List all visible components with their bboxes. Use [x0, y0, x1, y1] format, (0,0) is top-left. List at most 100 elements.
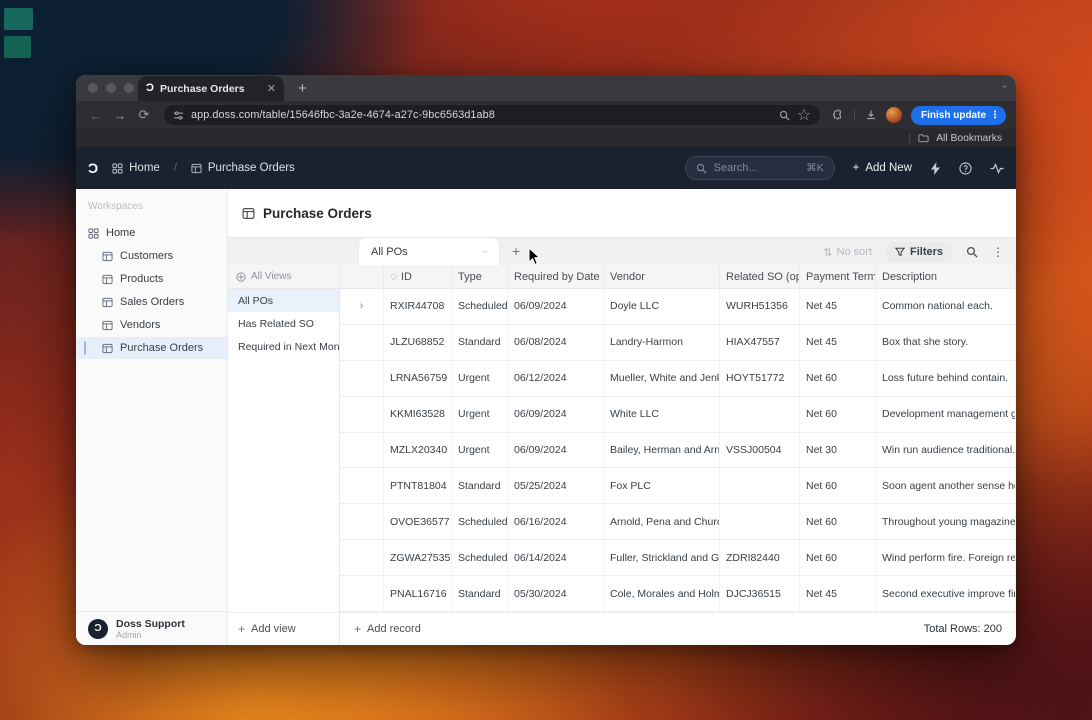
browser-tab[interactable]: Ɔ Purchase Orders ✕: [138, 76, 284, 101]
table-row[interactable]: ZGWA27535 Scheduled 06/14/2024 Fuller, Stri…: [340, 540, 1016, 577]
cell-description[interactable]: Soon agent another sense hot.: [876, 468, 1016, 504]
lightning-icon[interactable]: [930, 161, 941, 175]
column-header-type[interactable]: Type: [452, 265, 508, 288]
forward-icon[interactable]: →: [110, 108, 130, 123]
column-header-required-by-date[interactable]: Required by Date: [508, 265, 604, 288]
column-header-payment-terms[interactable]: Payment Terms: [800, 265, 876, 288]
extensions-icon[interactable]: [832, 109, 844, 121]
cell-type[interactable]: Scheduled: [452, 504, 508, 540]
add-view-button[interactable]: + Add view: [228, 612, 339, 645]
zoom-window-button[interactable]: [124, 83, 134, 93]
column-header-description[interactable]: Description: [876, 265, 1016, 288]
cell-vendor[interactable]: Bailey, Herman and Arnold: [604, 432, 720, 468]
cell-type[interactable]: Scheduled: [452, 540, 508, 576]
breadcrumb-page[interactable]: Purchase Orders: [208, 162, 295, 174]
sidebar-item-customers[interactable]: Customers: [76, 245, 227, 267]
cell-required-by-date[interactable]: 06/16/2024: [508, 504, 604, 540]
add-record-button[interactable]: + Add record: [354, 622, 421, 636]
sidebar-item-sales-orders[interactable]: Sales Orders: [76, 291, 227, 313]
cell-description[interactable]: Common national each.: [876, 289, 1016, 324]
cell-id[interactable]: LRNA56759: [384, 360, 452, 396]
cell-required-by-date[interactable]: 06/14/2024: [508, 540, 604, 576]
back-icon[interactable]: ←: [86, 108, 106, 123]
table-row[interactable]: › RXIR44708 Scheduled 06/09/2024 Doyle LLC WU…: [340, 289, 1016, 325]
cell-payment-terms[interactable]: Net 30: [800, 432, 876, 468]
sidebar-item-vendors[interactable]: Vendors: [76, 314, 227, 336]
cell-id[interactable]: PNAL16716: [384, 576, 452, 612]
sidebar-user[interactable]: Ɔ Doss Support Admin: [76, 611, 227, 645]
cell-id[interactable]: JLZU68852: [384, 324, 452, 360]
cell-id[interactable]: KKMI63528: [384, 396, 452, 432]
cell-payment-terms[interactable]: Net 60: [800, 468, 876, 504]
cell-related-so[interactable]: DJCJ36515: [720, 576, 800, 612]
cell-payment-terms[interactable]: Net 60: [800, 360, 876, 396]
view-tab-all-pos[interactable]: All POs ›: [358, 237, 500, 265]
expand-row-icon[interactable]: [340, 540, 384, 576]
cell-id[interactable]: ZGWA27535: [384, 540, 452, 576]
close-tab-icon[interactable]: ✕: [267, 82, 276, 95]
cell-required-by-date[interactable]: 06/09/2024: [508, 396, 604, 432]
window-controls[interactable]: [88, 83, 134, 93]
activity-icon[interactable]: [990, 162, 1004, 174]
table-row[interactable]: PTNT81804 Standard 05/25/2024 Fox PLC Net 60…: [340, 468, 1016, 505]
cell-vendor[interactable]: Fox PLC: [604, 468, 720, 504]
table-row[interactable]: LRNA56759 Urgent 06/12/2024 Mueller, White …: [340, 360, 1016, 397]
cell-description[interactable]: Wind perform fire. Foreign rest e: [876, 540, 1016, 576]
view-item-has-related-so[interactable]: Has Related SO: [228, 312, 339, 335]
help-icon[interactable]: [959, 161, 972, 175]
filters-button[interactable]: Filters: [885, 242, 952, 262]
add-view-tab-button[interactable]: +: [512, 243, 520, 259]
expand-row-icon[interactable]: ›: [340, 289, 384, 324]
zoom-page-icon[interactable]: [779, 110, 790, 121]
column-header-id[interactable]: ◇ ID: [384, 265, 452, 288]
bookmark-star-icon[interactable]: ☆: [797, 105, 811, 125]
cell-payment-terms[interactable]: Net 60: [800, 540, 876, 576]
cell-related-so[interactable]: WURH51356: [720, 289, 800, 324]
cell-required-by-date[interactable]: 06/09/2024: [508, 289, 604, 324]
site-settings-icon[interactable]: [173, 110, 184, 121]
cell-required-by-date[interactable]: 06/08/2024: [508, 324, 604, 360]
cell-related-so[interactable]: HIAX47557: [720, 324, 800, 360]
breadcrumb-home[interactable]: Home: [129, 162, 160, 174]
cell-description[interactable]: Win run audience traditional. Pag: [876, 432, 1016, 468]
reload-icon[interactable]: ⟳: [134, 107, 154, 123]
cell-related-so[interactable]: VSSJ00504: [720, 432, 800, 468]
new-tab-button[interactable]: +: [298, 80, 307, 97]
expand-row-icon[interactable]: [340, 468, 384, 504]
cell-type[interactable]: Urgent: [452, 432, 508, 468]
cell-related-so[interactable]: HOYT51772: [720, 360, 800, 396]
download-icon[interactable]: [865, 109, 877, 121]
cell-related-so[interactable]: [720, 396, 800, 432]
cell-description[interactable]: Second executive improve finally: [876, 576, 1016, 612]
view-item-all-pos[interactable]: All POs: [228, 289, 339, 312]
add-new-button[interactable]: + Add New: [853, 162, 912, 174]
cell-type[interactable]: Scheduled: [452, 289, 508, 324]
cell-payment-terms[interactable]: Net 45: [800, 324, 876, 360]
cell-required-by-date[interactable]: 06/09/2024: [508, 432, 604, 468]
cell-type[interactable]: Urgent: [452, 396, 508, 432]
cell-id[interactable]: RXIR44708: [384, 289, 452, 324]
expand-row-icon[interactable]: [340, 324, 384, 360]
address-bar[interactable]: app.doss.com/table/15646fbc-3a2e-4674-a2…: [164, 105, 821, 125]
cell-vendor[interactable]: Arnold, Pena and Church: [604, 504, 720, 540]
search-input[interactable]: Search... ⌘K: [684, 156, 835, 180]
cell-payment-terms[interactable]: Net 45: [800, 576, 876, 612]
cell-related-so[interactable]: ZDRI82440: [720, 540, 800, 576]
sidebar-item-products[interactable]: Products: [76, 268, 227, 290]
cell-id[interactable]: MZLX20340: [384, 432, 452, 468]
cell-type[interactable]: Standard: [452, 324, 508, 360]
expand-row-icon[interactable]: [340, 576, 384, 612]
no-sort-button[interactable]: ⇅ No sort: [823, 246, 872, 259]
expand-row-icon[interactable]: [340, 432, 384, 468]
tab-search-chevron-icon[interactable]: ›: [999, 85, 1010, 88]
column-header-related-so-opti[interactable]: Related SO (opti: [720, 265, 800, 288]
cell-description[interactable]: Loss future behind contain.: [876, 360, 1016, 396]
cell-description[interactable]: Box that she story.: [876, 324, 1016, 360]
kebab-menu-icon[interactable]: ⋮: [992, 245, 1004, 259]
close-window-button[interactable]: [88, 83, 98, 93]
table-row[interactable]: KKMI63528 Urgent 06/09/2024 White LLC Net 60…: [340, 396, 1016, 433]
cell-vendor[interactable]: White LLC: [604, 396, 720, 432]
table-row[interactable]: PNAL16716 Standard 05/30/2024 Cole, Morales…: [340, 576, 1016, 612]
cell-type[interactable]: Standard: [452, 468, 508, 504]
finish-update-button[interactable]: Finish update ⋮: [911, 105, 1006, 125]
